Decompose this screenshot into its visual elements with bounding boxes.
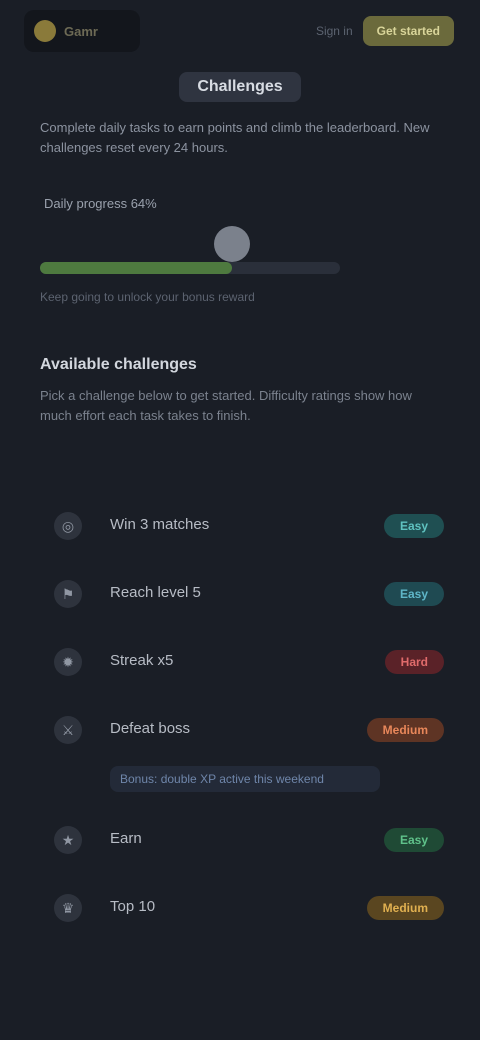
challenge-note[interactable]: Bonus: double XP active this weekend [110,766,380,792]
challenge-label: Defeat boss [110,720,191,737]
flag-icon: ⚑ [54,580,82,608]
difficulty-badge: Easy [383,828,444,852]
challenge-label: Reach level 5 [110,584,201,601]
progress-note: Keep going to unlock your bonus reward [40,290,255,304]
challenge-row[interactable]: ★ Earn Easy [40,806,448,874]
page-title-text: Challenges [179,72,301,102]
top-bar: Gamr Sign in Get started [0,0,480,64]
progress-thumb[interactable] [214,226,250,262]
challenge-label: Streak x5 [110,652,174,669]
challenge-row[interactable]: ◎ Win 3 matches Easy [40,492,448,560]
challenge-label: Top 10 [110,898,156,915]
target-icon: ◎ [54,512,82,540]
challenge-list: ◎ Win 3 matches Easy ⚑ Reach level 5 Easy ✹ Str… [40,492,448,942]
progress-bar[interactable] [40,262,340,274]
difficulty-badge: Easy [383,514,444,538]
top-actions: Sign in Get started [316,16,454,46]
challenge-row[interactable]: ⚑ Reach level 5 Easy [40,560,448,628]
logo[interactable]: Gamr [24,10,140,52]
difficulty-badge: Medium [366,718,444,742]
trophy-icon: ♛ [54,894,82,922]
logo-icon [34,20,56,42]
logo-text: Gamr [64,23,98,39]
section-description: Pick a challenge below to get started. D… [40,388,412,423]
challenge-row[interactable]: ⚔ Defeat boss Medium Bonus: double XP activ… [40,696,448,806]
sword-icon: ⚔ [54,716,82,744]
difficulty-badge: Hard [384,650,444,674]
challenge-label: Win 3 matches [110,516,210,533]
get-started-button[interactable]: Get started [362,16,454,46]
section-title: Available challenges [40,356,197,373]
star-icon: ★ [54,826,82,854]
challenge-row[interactable]: ✹ Streak x5 Hard [40,628,448,696]
sign-in-link[interactable]: Sign in [316,24,353,38]
progress-fill [40,262,232,274]
challenge-row[interactable]: ♛ Top 10 Medium [40,874,448,942]
difficulty-badge: Medium [366,896,444,920]
progress-label: Daily progress 64% [44,196,157,211]
intro-text: Complete daily tasks to earn points and … [40,120,430,155]
page-title: Challenges [0,72,480,102]
challenge-label: Earn [110,830,142,847]
fire-icon: ✹ [54,648,82,676]
difficulty-badge: Easy [383,582,444,606]
